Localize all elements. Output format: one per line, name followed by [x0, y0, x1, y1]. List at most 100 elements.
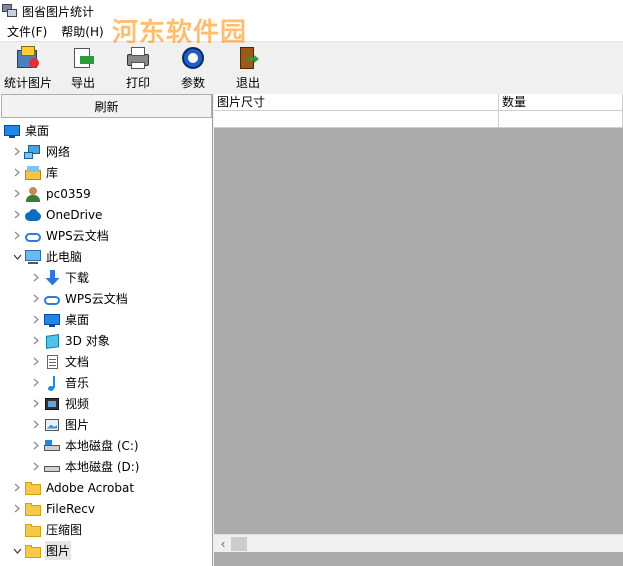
column-header-size[interactable]: 图片尺寸 [214, 94, 499, 111]
chevron-right-icon[interactable] [12, 162, 22, 183]
desktop-icon [3, 123, 21, 139]
tree-node-label: 桌面 [25, 124, 50, 138]
stats-button-label: 统计图片 [3, 76, 52, 90]
settings-button-label: 参数 [180, 76, 205, 90]
exit-icon [235, 46, 261, 70]
toolbar: 统计图片 导出 打印 参数 退出 [0, 43, 623, 93]
chevron-down-icon[interactable] [12, 246, 22, 267]
tree-node[interactable]: WPS云文档 [12, 225, 110, 246]
tree-node-label: pc0359 [46, 186, 91, 201]
wps-cloud-icon [43, 291, 61, 307]
tree-node-label: 本地磁盘 (D:) [65, 460, 140, 474]
folder-icon [24, 522, 42, 538]
tree-node-label: 图片 [65, 418, 90, 432]
chevron-right-icon[interactable] [12, 204, 22, 225]
chevron-right-icon[interactable] [31, 288, 41, 309]
column-header-count[interactable]: 数量 [499, 94, 623, 111]
title-bar: 图省图片统计 [0, 0, 623, 22]
tree-node[interactable]: 网络 [12, 141, 71, 162]
print-button-label: 打印 [125, 76, 150, 90]
computer-icon [24, 249, 42, 265]
tree-node[interactable]: 库 [12, 162, 59, 183]
tree-node[interactable]: 本地磁盘 (C:) [31, 435, 140, 456]
tree-node-label: 压缩图 [46, 523, 83, 537]
chevron-right-icon[interactable] [31, 435, 41, 456]
wps-cloud-icon [24, 228, 42, 244]
chevron-right-icon[interactable] [31, 372, 41, 393]
grid-cell[interactable] [499, 111, 623, 128]
picture-icon [43, 417, 61, 433]
tree-node[interactable]: 桌面 [31, 309, 90, 330]
tree-node[interactable]: 图片 [31, 414, 90, 435]
tree-node-label: FileRecv [46, 501, 95, 516]
exit-button[interactable]: 退出 [222, 43, 274, 91]
results-panel: 图片尺寸 数量 ‹ [214, 94, 623, 566]
chevron-right-icon[interactable] [12, 141, 22, 162]
horizontal-scrollbar[interactable]: ‹ [214, 534, 623, 552]
chevron-down-icon[interactable] [12, 540, 22, 561]
folder-tree[interactable]: 桌面 网络库 pc0359 OneDrive WPS云文档 此电脑 下载 WPS云文档 桌面 3D… [0, 120, 212, 566]
chevron-right-icon[interactable] [31, 267, 41, 288]
chevron-right-icon[interactable] [12, 498, 22, 519]
settings-button[interactable]: 参数 [167, 43, 219, 91]
tree-node-label: 文档 [65, 355, 90, 369]
exit-button-label: 退出 [235, 76, 260, 90]
tree-node-label: OneDrive [46, 207, 103, 222]
chevron-right-icon[interactable] [31, 330, 41, 351]
export-button[interactable]: 导出 [57, 43, 109, 91]
grid-cell[interactable] [214, 111, 499, 128]
tree-node[interactable]: 本地磁盘 (D:) [31, 456, 140, 477]
refresh-button[interactable]: 刷新 [1, 94, 212, 118]
tree-node[interactable]: 压缩图 [12, 519, 83, 540]
cloud-icon [24, 207, 42, 223]
chevron-right-icon[interactable] [31, 393, 41, 414]
tree-node[interactable]: OneDrive [12, 204, 103, 225]
tree-node[interactable]: 图片 [12, 540, 72, 561]
settings-icon [180, 46, 206, 70]
tree-node-label: 桌面 [65, 313, 90, 327]
tree-node-label: 本地磁盘 (C:) [65, 439, 139, 453]
scrollbar-thumb[interactable] [231, 537, 247, 551]
folder-icon [24, 543, 42, 559]
tree-node-label: 3D 对象 [65, 334, 110, 348]
tree-node[interactable]: 桌面 [1, 120, 50, 141]
drive-d-icon [43, 459, 61, 475]
stats-button[interactable]: 统计图片 [2, 43, 54, 91]
print-button[interactable]: 打印 [112, 43, 164, 91]
scroll-left-icon[interactable]: ‹ [216, 537, 230, 551]
tree-node[interactable]: 下载 [31, 267, 90, 288]
tree-node[interactable]: 此电脑 [12, 246, 83, 267]
chevron-right-icon[interactable] [12, 225, 22, 246]
tree-node[interactable]: pc0359 [12, 183, 92, 204]
tree-node[interactable]: FileRecv [12, 498, 96, 519]
tree-node[interactable]: 视频 [31, 393, 90, 414]
chevron-right-icon[interactable] [31, 351, 41, 372]
tree-node[interactable]: 3D 对象 [31, 330, 111, 351]
folder-icon [24, 501, 42, 517]
menu-file[interactable]: 文件(F) [0, 23, 54, 40]
tree-node[interactable]: 文档 [31, 351, 90, 372]
chevron-right-icon[interactable] [12, 477, 22, 498]
chevron-right-icon[interactable] [31, 414, 41, 435]
tree-node[interactable]: Adobe Acrobat [12, 477, 135, 498]
chevron-right-icon[interactable] [31, 309, 41, 330]
tree-node-label: 图片 [45, 541, 72, 560]
desktop-icon [43, 312, 61, 328]
tree-node-label: 下载 [65, 271, 90, 285]
chevron-right-icon[interactable] [31, 456, 41, 477]
results-grid: 图片尺寸 数量 [214, 94, 623, 128]
chevron-right-icon[interactable] [12, 183, 22, 204]
user-icon [24, 186, 42, 202]
window-title: 图省图片统计 [22, 4, 95, 19]
stats-icon [15, 46, 41, 70]
app-icon [2, 4, 18, 18]
tree-node-label: 音乐 [65, 376, 90, 390]
tree-node-label: WPS云文档 [65, 292, 128, 306]
tree-node-label: 网络 [46, 145, 71, 159]
tree-node-label: Adobe Acrobat [46, 480, 135, 495]
tree-node[interactable]: 音乐 [31, 372, 90, 393]
tree-node[interactable]: WPS云文档 [31, 288, 129, 309]
tree-node-label: 此电脑 [46, 250, 83, 264]
menu-help[interactable]: 帮助(H) [54, 23, 110, 40]
